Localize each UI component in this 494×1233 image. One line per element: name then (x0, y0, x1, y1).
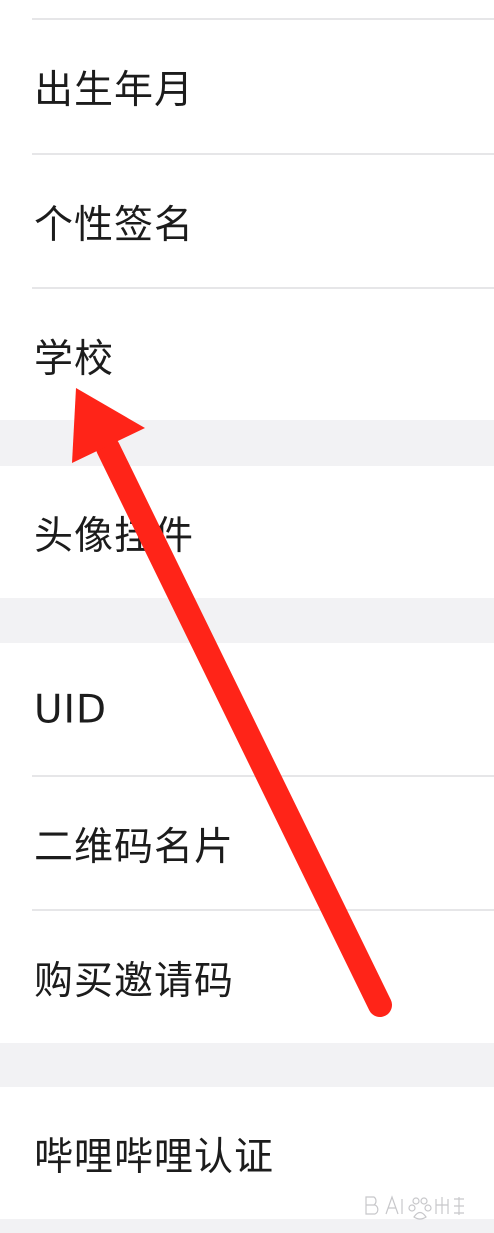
row-invite-code[interactable]: 购买邀请码 (0, 911, 494, 1045)
row-uid[interactable]: UID (0, 643, 494, 777)
row-label-uid: UID (34, 687, 108, 733)
row-label-birth-date: 出生年月 (34, 68, 195, 113)
row-birth-date[interactable]: 出生年月 (0, 20, 494, 154)
row-label-bilibili-verification: 哔哩哔哩认证 (34, 1135, 275, 1180)
row-qr-card[interactable]: 二维码名片 (0, 777, 494, 911)
row-label-avatar-pendant: 头像挂件 (34, 514, 195, 559)
settings-group-verification: 哔哩哔哩认证 (0, 1087, 494, 1219)
row-label-invite-code: 购买邀请码 (34, 959, 235, 1004)
row-school[interactable]: 学校 (0, 289, 494, 423)
row-label-qr-card: 二维码名片 (34, 825, 235, 870)
row-label-signature: 个性签名 (34, 203, 195, 248)
row-bilibili-verification[interactable]: 哔哩哔哩认证 (0, 1087, 494, 1221)
settings-group-profile: 出生年月 个性签名 学校 (0, 0, 494, 420)
settings-group-pendant: 头像挂件 (0, 466, 494, 598)
row-label-school: 学校 (34, 337, 115, 382)
row-signature[interactable]: 个性签名 (0, 155, 494, 289)
settings-group-account: UID 二维码名片 购买邀请码 (0, 643, 494, 1043)
row-avatar-pendant[interactable]: 头像挂件 (0, 466, 494, 600)
